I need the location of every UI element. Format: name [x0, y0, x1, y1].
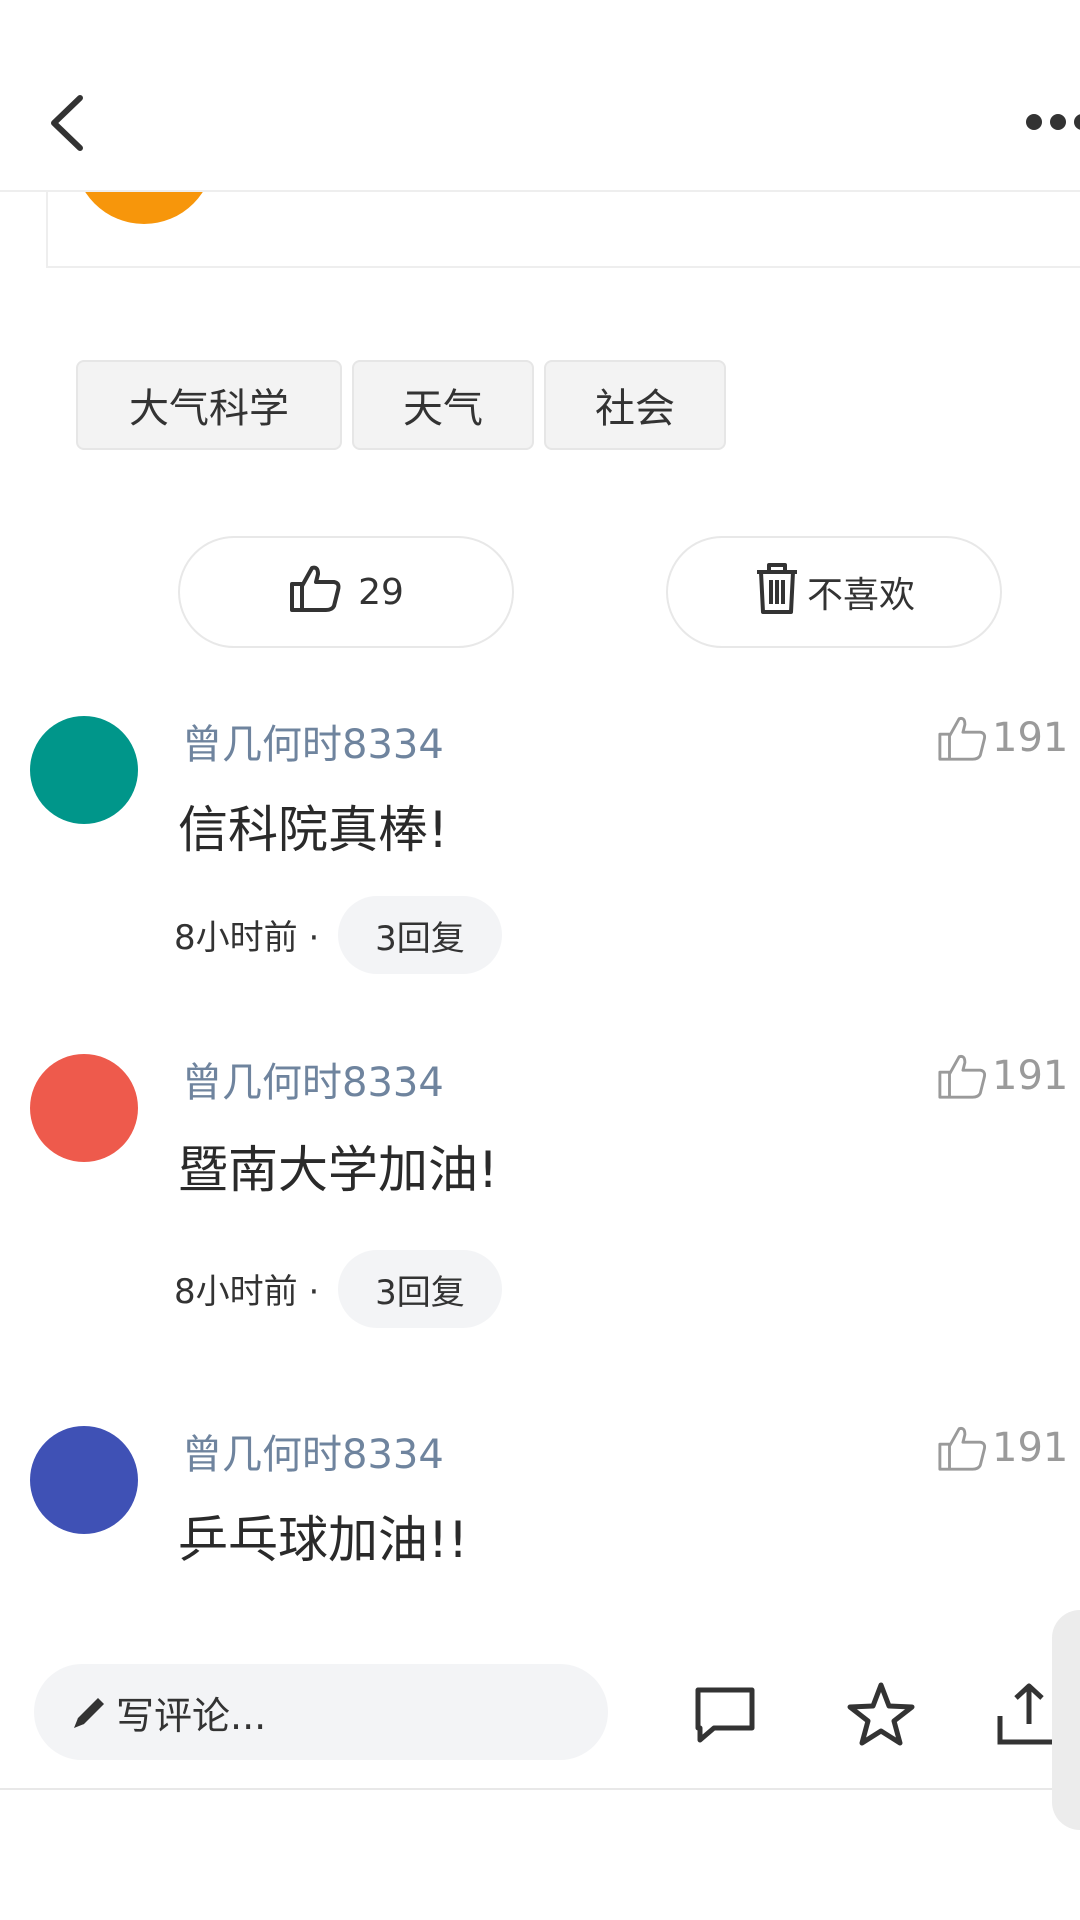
comment-text: 信科院真棒!: [178, 801, 449, 859]
comment-username[interactable]: 曾几何时8334: [182, 1422, 444, 1480]
like-count: 29: [358, 571, 404, 613]
comment-time: 8小时前 ·: [174, 1272, 320, 1312]
comment-text: 暨南大学加油!: [178, 1141, 499, 1199]
thumbs-up-icon: [288, 562, 342, 623]
back-icon[interactable]: [40, 90, 96, 156]
thumbs-up-icon: [938, 1054, 987, 1099]
comment-text: 乒乓球加油!!: [178, 1511, 469, 1569]
bottom-action-bar: 写评论...: [0, 1640, 1080, 1790]
comment-like-count: 191: [992, 1053, 1069, 1099]
thumbs-up-icon: [938, 716, 987, 761]
comment-like-button[interactable]: 191: [936, 710, 1068, 766]
comment-time: 8小时前 ·: [174, 918, 320, 958]
comment-icon[interactable]: [690, 1680, 760, 1750]
comment-like-count: 191: [992, 1425, 1069, 1471]
like-button[interactable]: 29: [178, 536, 514, 648]
top-bar: [0, 0, 1080, 192]
edge-panel-handle[interactable]: [1052, 1610, 1080, 1830]
avatar[interactable]: [30, 716, 138, 824]
trash-icon: [753, 560, 801, 625]
comment-input-placeholder: 写评论...: [116, 1693, 267, 1738]
reply-count-button[interactable]: 3回复: [338, 1250, 502, 1328]
comment-input[interactable]: 写评论...: [34, 1664, 608, 1760]
dislike-label: 不喜欢: [806, 575, 915, 616]
comment-like-button[interactable]: 191: [936, 1048, 1068, 1104]
star-icon[interactable]: [846, 1680, 916, 1750]
avatar[interactable]: [30, 1054, 138, 1162]
avatar[interactable]: [30, 1426, 138, 1534]
tag-item[interactable]: 天气: [352, 360, 534, 450]
reply-count-button[interactable]: 3回复: [338, 896, 502, 974]
comment-like-count: 191: [992, 715, 1069, 761]
more-icon[interactable]: [1020, 100, 1080, 140]
comment-username[interactable]: 曾几何时8334: [182, 712, 444, 770]
pencil-icon: [74, 1698, 104, 1728]
thumbs-up-icon: [938, 1426, 987, 1471]
comment-like-button[interactable]: 191: [936, 1420, 1068, 1476]
dislike-button[interactable]: 不喜欢: [666, 536, 1002, 648]
comment-username[interactable]: 曾几何时8334: [182, 1050, 444, 1108]
tag-item[interactable]: 大气科学: [76, 360, 342, 450]
tag-item[interactable]: 社会: [544, 360, 726, 450]
